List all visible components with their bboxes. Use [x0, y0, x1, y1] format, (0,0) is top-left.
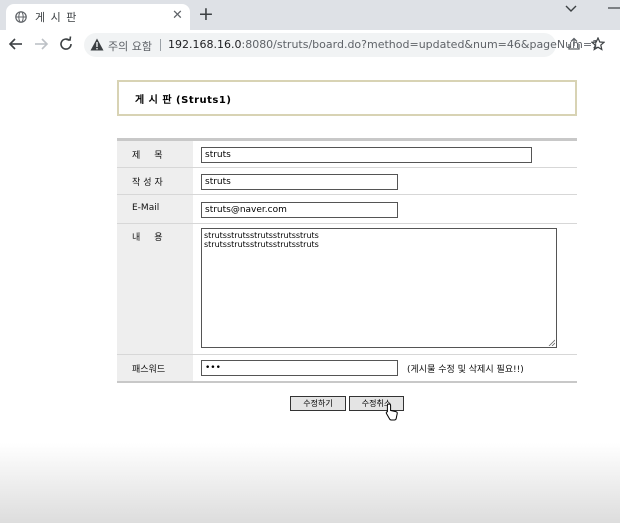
- warning-triangle-icon[interactable]: [90, 38, 104, 51]
- reload-icon[interactable]: [57, 35, 75, 53]
- tab-search-chevron-icon[interactable]: [563, 2, 579, 16]
- url-path: :8080/struts/board.do?method=updated&num…: [241, 38, 600, 51]
- tab-strip: 게 시 판 ✕ +: [0, 0, 620, 30]
- page-content: 게 시 판 (Struts1) 제목 struts 작성자 struts E-M…: [0, 60, 620, 523]
- subject-row: 제목 struts: [117, 141, 577, 168]
- email-row: E-Mail struts@naver.com: [117, 195, 577, 224]
- email-input[interactable]: struts@naver.com: [201, 202, 398, 218]
- submit-update-button[interactable]: 수정하기: [290, 396, 346, 411]
- content-textarea[interactable]: strutsstrutsstrutsstrutsstruts strutsstr…: [201, 228, 557, 348]
- url-text[interactable]: 192.168.16.0:8080/struts/board.do?method…: [168, 38, 599, 51]
- share-icon[interactable]: [567, 37, 581, 51]
- content-label: 내용: [132, 233, 177, 243]
- mouse-pointer-icon: [385, 403, 398, 421]
- form-bottom-divider: [117, 381, 577, 383]
- writer-label: 작성자: [132, 178, 166, 188]
- tab-title: 게 시 판: [35, 11, 78, 24]
- password-input[interactable]: •••: [201, 360, 398, 376]
- not-secure-label[interactable]: 주의 요함: [108, 38, 152, 54]
- browser-tab-active[interactable]: 게 시 판 ✕: [6, 4, 190, 30]
- password-hint: (게시물 수정 및 삭제시 필요!!): [407, 365, 524, 375]
- email-label-cell: E-Mail: [117, 195, 193, 224]
- writer-row: 작성자 struts: [117, 168, 577, 195]
- bookmark-star-icon[interactable]: [591, 37, 605, 51]
- globe-icon: [15, 11, 27, 23]
- content-row: 내용 strutsstrutsstrutsstrutsstruts struts…: [117, 224, 577, 355]
- window-minimize-icon[interactable]: [602, 0, 620, 16]
- address-separator: [160, 39, 161, 51]
- browser-toolbar: 주의 요함 192.168.16.0:8080/struts/board.do?…: [0, 30, 620, 60]
- board-title-box: 게 시 판 (Struts1): [117, 80, 577, 116]
- subject-label-cell: 제목: [117, 141, 193, 168]
- bottom-fade-overlay: [0, 443, 620, 523]
- back-arrow-icon[interactable]: [7, 35, 25, 53]
- email-label: E-Mail: [132, 203, 160, 213]
- content-line: strutsstrutsstrutsstrutsstruts: [204, 240, 319, 249]
- writer-label-cell: 작성자: [117, 168, 193, 195]
- address-bar[interactable]: 주의 요함 192.168.16.0:8080/struts/board.do?…: [84, 33, 599, 57]
- content-label-cell: 내용: [117, 224, 193, 355]
- url-host: 192.168.16.0: [168, 38, 242, 51]
- forward-arrow-icon[interactable]: [32, 35, 50, 53]
- password-row: 패스워드 ••• (게시물 수정 및 삭제시 필요!!): [117, 355, 577, 381]
- content-line: strutsstrutsstrutsstrutsstruts: [204, 231, 319, 240]
- tab-close-icon[interactable]: ✕: [172, 8, 183, 24]
- password-label: 패스워드: [132, 365, 166, 375]
- password-label-cell: 패스워드: [117, 355, 193, 381]
- subject-input[interactable]: struts: [201, 147, 532, 163]
- board-title: 게 시 판 (Struts1): [135, 95, 232, 106]
- writer-input[interactable]: struts: [201, 174, 398, 190]
- resize-grip-icon[interactable]: [548, 339, 555, 346]
- new-tab-button[interactable]: +: [198, 3, 214, 25]
- subject-label: 제목: [132, 151, 177, 161]
